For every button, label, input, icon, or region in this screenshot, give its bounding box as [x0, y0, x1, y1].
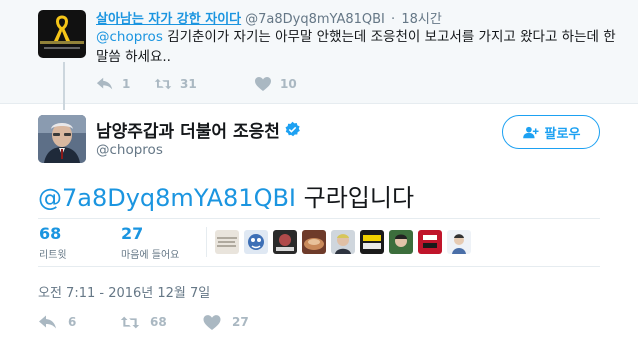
parent-author-name[interactable]: 살아남는 자가 강한 자이다	[96, 12, 241, 27]
stats-vertical-divider	[206, 227, 207, 257]
parent-like-button[interactable]: 10	[254, 76, 334, 92]
liker-avatar[interactable]	[273, 230, 297, 254]
avatar-caption-line	[44, 47, 80, 49]
heart-icon	[255, 77, 271, 91]
liker-avatar[interactable]	[331, 230, 355, 254]
parent-mention-link[interactable]: @chopros	[96, 29, 163, 45]
retweet-count: 68	[150, 315, 167, 329]
parent-avatar[interactable]	[38, 10, 86, 58]
tweet-timestamp[interactable]: 오전 7:11 - 2016년 12월 7일	[38, 282, 210, 301]
avatar-caption-line	[40, 41, 84, 44]
liker-avatar[interactable]	[447, 230, 471, 254]
reply-icon	[39, 315, 56, 328]
parent-text-body: 김기춘이가 자기는 아무말 안했는데 조응천이 보고서를 가지고 왔다고 하는데…	[96, 29, 616, 65]
parent-reply-count: 1	[122, 77, 131, 91]
liker-avatar[interactable]	[215, 230, 239, 254]
heart-icon	[203, 314, 221, 330]
retweet-stat[interactable]: 68 리트윗	[39, 224, 67, 261]
tweet-mention-link[interactable]: @7a8Dyq8mYA81QBI	[38, 184, 296, 212]
thread-connector-line	[63, 62, 65, 110]
parent-timestamp[interactable]: 18시간	[401, 12, 441, 27]
liker-avatar[interactable]	[244, 230, 268, 254]
author-name-row: 남양주갑과 더불어 조응천	[96, 117, 301, 142]
retweet-button[interactable]: 68	[120, 314, 202, 331]
like-stat-value: 27	[121, 224, 144, 243]
parent-header: 살아남는 자가 강한 자이다 @7a8Dyq8mYA81QBI · 18시간	[96, 8, 442, 27]
liker-avatar[interactable]	[389, 230, 413, 254]
retweet-stat-label: 리트윗	[39, 250, 67, 261]
tweet-text-body: 구라입니다	[296, 184, 415, 212]
like-stat[interactable]: 27 마음에 들어요	[121, 224, 179, 261]
reply-button[interactable]: 6	[38, 314, 120, 331]
retweet-icon	[154, 78, 172, 90]
header-separator: ·	[391, 12, 396, 27]
add-user-icon	[522, 126, 539, 138]
parent-tweet[interactable]: 살아남는 자가 강한 자이다 @7a8Dyq8mYA81QBI · 18시간 @c…	[0, 0, 638, 110]
retweet-stat-value: 68	[39, 224, 62, 243]
author-handle[interactable]: @chopros	[96, 142, 163, 158]
stats-divider	[38, 218, 600, 219]
tweet-text: @7a8Dyq8mYA81QBI 구라입니다	[38, 178, 414, 213]
tweet-action-bar: 6 68 27	[38, 313, 282, 331]
liker-avatar[interactable]	[302, 230, 326, 254]
author-avatar[interactable]	[38, 115, 86, 163]
follow-button[interactable]: 팔로우	[502, 115, 600, 149]
reply-count: 6	[68, 315, 77, 329]
yellow-ribbon-icon	[54, 15, 70, 41]
parent-retweet-count: 31	[180, 77, 197, 91]
like-count: 27	[232, 315, 249, 329]
parent-tweet-text: @chopros 김기춘이가 자기는 아무말 안했는데 조응천이 보고서를 가지…	[96, 27, 616, 67]
liker-avatars	[215, 230, 476, 254]
like-button[interactable]: 27	[202, 314, 282, 331]
like-stat-label: 마음에 들어요	[121, 250, 180, 261]
follow-button-label: 팔로우	[544, 126, 581, 142]
parent-author-handle[interactable]: @7a8Dyq8mYA81QBI	[245, 12, 385, 27]
liker-avatar[interactable]	[418, 230, 442, 254]
parent-reply-button[interactable]: 1	[96, 76, 154, 92]
parent-action-bar: 1 31 10	[96, 75, 334, 93]
reply-icon	[96, 77, 113, 90]
author-name[interactable]: 남양주갑과 더불어 조응천	[96, 117, 280, 142]
parent-retweet-button[interactable]: 31	[154, 76, 254, 92]
verified-badge-icon	[285, 121, 300, 137]
liker-avatar[interactable]	[360, 230, 384, 254]
author-portrait-image	[38, 115, 86, 163]
parent-like-count: 10	[280, 77, 297, 91]
retweet-icon	[120, 316, 140, 328]
stats-divider	[38, 266, 600, 267]
